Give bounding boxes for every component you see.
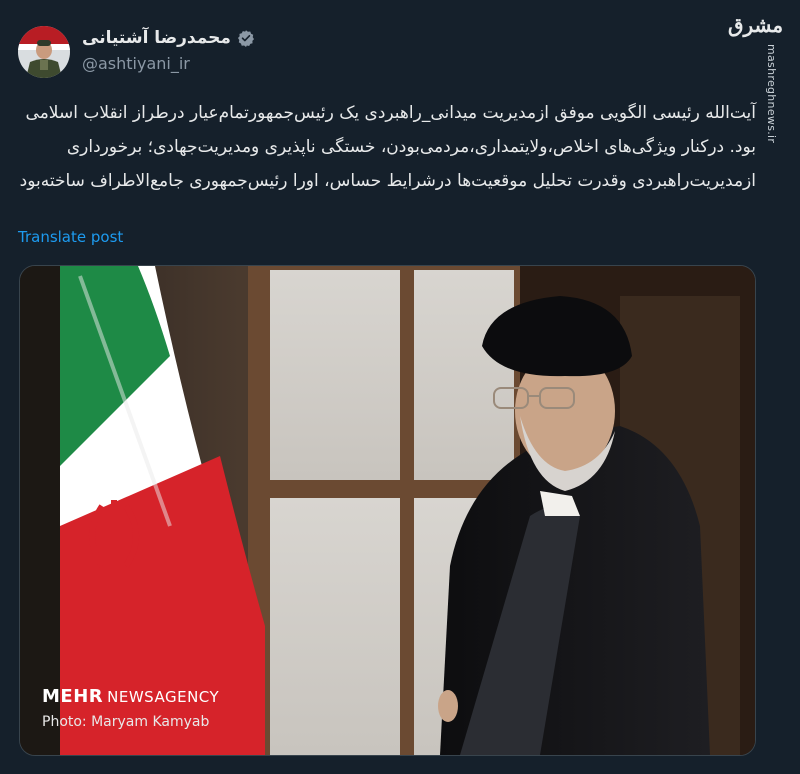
author-handle[interactable]: @ashtiyani_ir: [82, 54, 190, 73]
photo-credit: Photo: Maryam Kamyab: [42, 714, 210, 730]
mashregh-logo: مشرق: [728, 13, 784, 37]
verified-badge-icon: [237, 30, 254, 47]
avatar[interactable]: [18, 26, 70, 78]
author-name-row[interactable]: محمدرضا آشتیانی: [82, 28, 255, 48]
author-display-name[interactable]: محمدرضا آشتیانی: [82, 28, 231, 48]
tweet-text: آیت‌الله رئیسی الگویی موفق ازمدیریت میدا…: [19, 103, 756, 191]
tweet-photo[interactable]: MEHR NEWSAGENCY Photo: Maryam Kamyab: [19, 265, 756, 756]
translate-post-link[interactable]: Translate post: [18, 228, 123, 246]
watermark-url: mashreghnews.ir: [765, 44, 778, 144]
tweet-card[interactable]: محمدرضا آشتیانی @ashtiyani_ir مشرق mashr…: [0, 0, 800, 774]
photo-illustration: [20, 266, 755, 755]
avatar-image: [18, 26, 70, 78]
agency-name-rest: NEWSAGENCY: [107, 688, 220, 706]
agency-name-bold: MEHR: [42, 686, 104, 707]
news-agency-credit: MEHR NEWSAGENCY: [42, 686, 219, 707]
